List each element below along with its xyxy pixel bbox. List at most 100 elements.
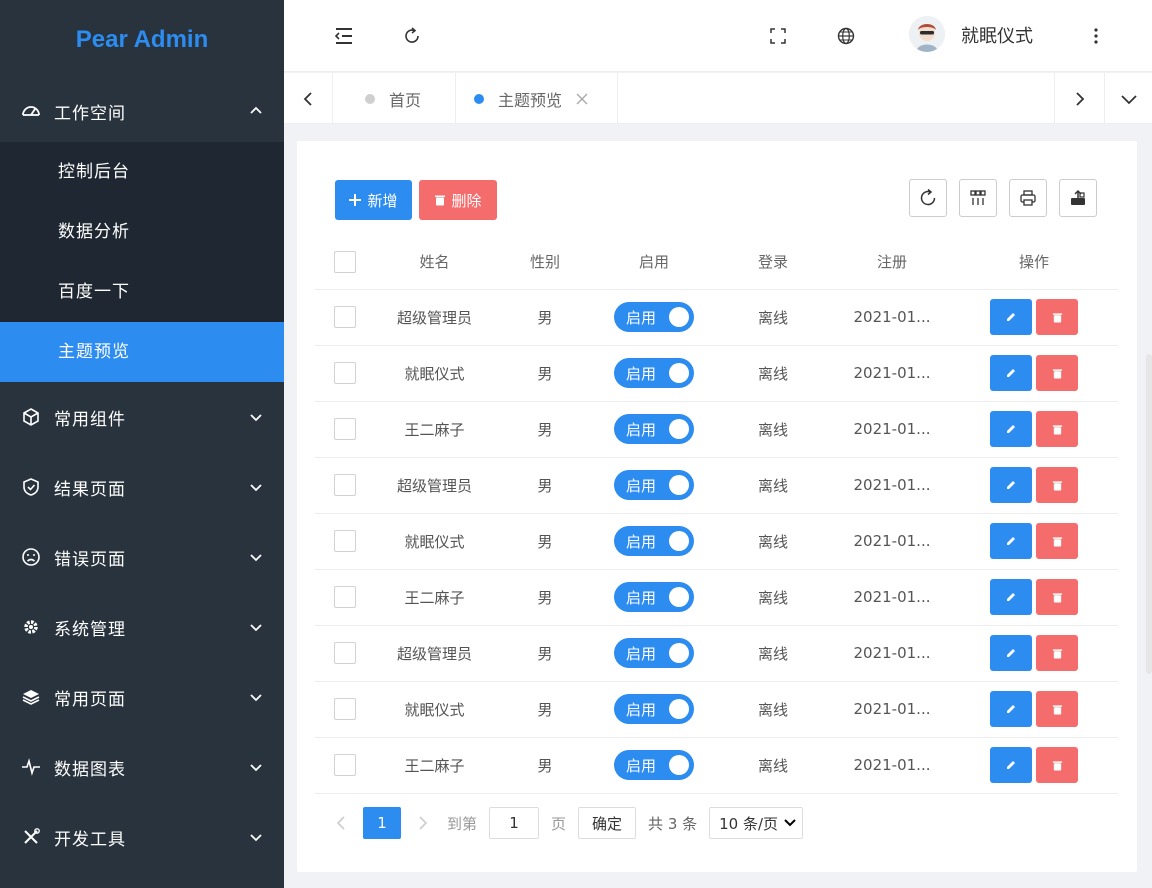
toggle-label: 启用 bbox=[626, 588, 657, 607]
toggle-label: 启用 bbox=[626, 532, 657, 551]
row-checkbox[interactable] bbox=[334, 362, 356, 384]
globe-icon[interactable] bbox=[832, 22, 860, 50]
add-button[interactable]: 新增 bbox=[335, 180, 412, 220]
delete-row-button[interactable] bbox=[1036, 411, 1078, 447]
column-header-login[interactable]: 登录 bbox=[712, 235, 834, 290]
toggle-knob bbox=[669, 307, 689, 327]
close-icon[interactable] bbox=[576, 93, 588, 105]
sidebar-subitem-theme-preview[interactable]: 主题预览 bbox=[0, 322, 284, 382]
edit-row-button[interactable] bbox=[990, 467, 1032, 503]
delete-row-button[interactable] bbox=[1036, 635, 1078, 671]
enabled-toggle[interactable]: 启用 bbox=[614, 638, 694, 668]
sidebar-item-charts[interactable]: 数据图表 bbox=[0, 732, 284, 802]
delete-row-button[interactable] bbox=[1036, 747, 1078, 783]
sidebar-item-results[interactable]: 结果页面 bbox=[0, 452, 284, 522]
goto-page-input[interactable] bbox=[489, 807, 540, 839]
column-header-registered[interactable]: 注册 bbox=[834, 235, 950, 290]
tab-scroll-left-icon[interactable] bbox=[284, 73, 332, 124]
cell-name: 王二麻子 bbox=[375, 737, 494, 794]
goto-confirm-button[interactable]: 确定 bbox=[578, 807, 637, 839]
row-checkbox[interactable] bbox=[334, 530, 356, 552]
edit-row-button[interactable] bbox=[990, 747, 1032, 783]
cell-gender: 男 bbox=[494, 681, 596, 738]
edit-row-button[interactable] bbox=[990, 523, 1032, 559]
delete-button-label: 删除 bbox=[451, 191, 482, 210]
delete-row-button[interactable] bbox=[1036, 691, 1078, 727]
prev-page-icon[interactable] bbox=[327, 807, 355, 839]
page-size-select[interactable]: 10 条/页 bbox=[709, 807, 804, 839]
page-scrollbar[interactable] bbox=[1146, 354, 1152, 674]
columns-icon[interactable] bbox=[959, 179, 997, 217]
edit-row-button[interactable] bbox=[990, 579, 1032, 615]
chevron-up-icon bbox=[248, 103, 264, 119]
trash-icon bbox=[1052, 424, 1063, 435]
app-logo[interactable]: Pear Admin bbox=[0, 0, 284, 80]
row-checkbox[interactable] bbox=[334, 418, 356, 440]
enabled-toggle[interactable]: 启用 bbox=[614, 750, 694, 780]
row-checkbox[interactable] bbox=[334, 474, 356, 496]
edit-row-button[interactable] bbox=[990, 355, 1032, 391]
row-select-cell bbox=[315, 681, 375, 738]
avatar[interactable] bbox=[909, 16, 945, 52]
tab-theme-preview[interactable]: 主题预览 bbox=[455, 73, 618, 124]
export-icon[interactable] bbox=[1059, 179, 1097, 217]
delete-row-button[interactable] bbox=[1036, 467, 1078, 503]
delete-row-button[interactable] bbox=[1036, 355, 1078, 391]
sidebar-subitem-console[interactable]: 控制后台 bbox=[0, 142, 284, 202]
row-checkbox[interactable] bbox=[334, 586, 356, 608]
tab-scroll-right-icon[interactable] bbox=[1054, 73, 1104, 124]
toggle-label: 启用 bbox=[626, 420, 657, 439]
enabled-toggle[interactable]: 启用 bbox=[614, 358, 694, 388]
pencil-icon bbox=[1005, 479, 1017, 491]
print-icon[interactable] bbox=[1009, 179, 1047, 217]
enabled-toggle[interactable]: 启用 bbox=[614, 582, 694, 612]
sidebar-subitem-analysis[interactable]: 数据分析 bbox=[0, 202, 284, 262]
menu-fold-icon[interactable] bbox=[330, 22, 358, 50]
user-name[interactable]: 就眠仪式 bbox=[961, 22, 1033, 48]
row-checkbox[interactable] bbox=[334, 754, 356, 776]
delete-row-button[interactable] bbox=[1036, 299, 1078, 335]
cell-actions bbox=[950, 457, 1118, 514]
enabled-toggle[interactable]: 启用 bbox=[614, 526, 694, 556]
tab-dropdown-icon[interactable] bbox=[1104, 73, 1152, 124]
sidebar-item-errors[interactable]: 错误页面 bbox=[0, 522, 284, 592]
enabled-toggle[interactable]: 启用 bbox=[614, 694, 694, 724]
delete-row-button[interactable] bbox=[1036, 523, 1078, 559]
sidebar-subitem-baidu[interactable]: 百度一下 bbox=[0, 262, 284, 322]
edit-row-button[interactable] bbox=[990, 411, 1032, 447]
fullscreen-icon[interactable] bbox=[764, 22, 792, 50]
next-page-icon[interactable] bbox=[409, 807, 437, 839]
tab-bar: 首页 主题预览 bbox=[284, 73, 1152, 124]
row-checkbox[interactable] bbox=[334, 642, 356, 664]
delete-row-button[interactable] bbox=[1036, 579, 1078, 615]
table-refresh-icon[interactable] bbox=[909, 179, 947, 217]
toggle-knob bbox=[669, 587, 689, 607]
row-checkbox[interactable] bbox=[334, 306, 356, 328]
delete-button[interactable]: 删除 bbox=[419, 180, 497, 220]
toggle-label: 启用 bbox=[626, 700, 657, 719]
column-header-name[interactable]: 姓名 bbox=[375, 235, 494, 290]
row-checkbox[interactable] bbox=[334, 698, 356, 720]
enabled-toggle[interactable]: 启用 bbox=[614, 470, 694, 500]
sidebar-item-devtools[interactable]: 开发工具 bbox=[0, 802, 284, 872]
trash-icon bbox=[1052, 480, 1063, 491]
total-count: 共 3 条 bbox=[648, 814, 698, 833]
sidebar-item-workspace[interactable]: 工作空间 bbox=[0, 80, 284, 142]
edit-row-button[interactable] bbox=[990, 691, 1032, 727]
select-all-checkbox[interactable] bbox=[334, 250, 356, 273]
tab-home[interactable]: 首页 bbox=[332, 73, 455, 124]
edit-row-button[interactable] bbox=[990, 635, 1032, 671]
edit-row-button[interactable] bbox=[990, 299, 1032, 335]
sidebar-item-pages[interactable]: 常用页面 bbox=[0, 662, 284, 732]
trash-icon bbox=[1052, 704, 1063, 715]
column-header-actions[interactable]: 操作 bbox=[950, 235, 1118, 290]
column-header-gender[interactable]: 性别 bbox=[494, 235, 596, 290]
enabled-toggle[interactable]: 启用 bbox=[614, 414, 694, 444]
enabled-toggle[interactable]: 启用 bbox=[614, 302, 694, 332]
page-current[interactable]: 1 bbox=[363, 807, 401, 839]
sidebar-item-system[interactable]: 系统管理 bbox=[0, 592, 284, 662]
more-vertical-icon[interactable] bbox=[1082, 22, 1110, 50]
refresh-icon[interactable] bbox=[398, 22, 426, 50]
column-header-enabled[interactable]: 启用 bbox=[596, 235, 712, 290]
sidebar-item-components[interactable]: 常用组件 bbox=[0, 382, 284, 452]
